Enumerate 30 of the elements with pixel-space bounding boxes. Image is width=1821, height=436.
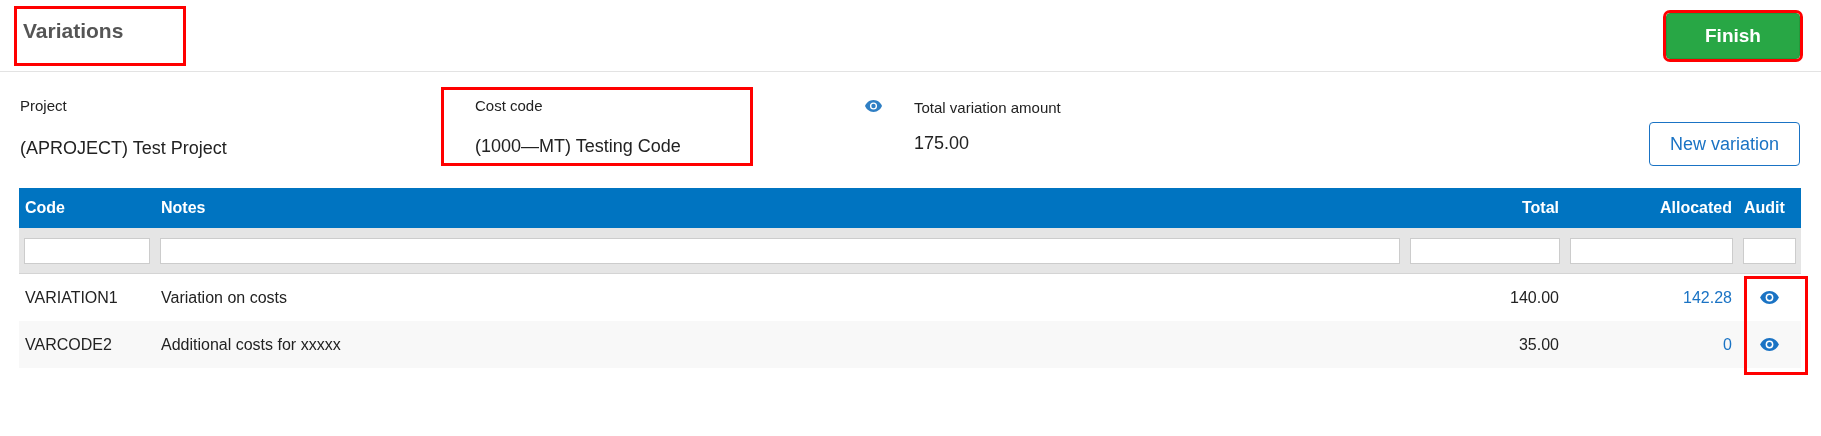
eye-icon[interactable] <box>1760 338 1779 351</box>
field-value: 175.00 <box>914 133 971 154</box>
table-cell-text: 35.00 <box>1517 335 1560 354</box>
field-label: Total variation amount <box>914 99 1061 116</box>
table-cell-text: VARIATION1 <box>24 288 119 307</box>
filter-field[interactable] <box>1743 237 1796 264</box>
table-cell-text: Variation on costs <box>160 288 288 307</box>
filter-field[interactable] <box>24 237 150 264</box>
table-cell-text: VARCODE2 <box>24 335 113 354</box>
column-header[interactable]: Allocated <box>1565 199 1738 217</box>
table-cell-text: Additional costs for xxxxx <box>160 335 342 354</box>
column-header[interactable]: Code <box>19 199 155 217</box>
field-value: (1000—MT) Testing Code <box>475 136 682 157</box>
filter-field[interactable] <box>1570 237 1733 264</box>
page-title: Variations <box>14 5 187 66</box>
allocated-link[interactable]: 0 <box>1723 335 1732 353</box>
allocated-link[interactable]: 142.28 <box>1683 288 1732 306</box>
eye-icon[interactable] <box>865 100 882 112</box>
table-cell-text: 140.00 <box>1509 288 1560 307</box>
column-header[interactable]: Total <box>1405 199 1565 217</box>
field-value: (APROJECT) Test Project <box>20 138 228 159</box>
field-label: Cost code <box>475 97 544 114</box>
filter-field[interactable] <box>160 237 1400 264</box>
column-header[interactable]: Notes <box>155 199 1405 217</box>
column-header[interactable]: Audit <box>1738 199 1801 217</box>
new-variation-button[interactable]: New variation <box>1649 122 1800 166</box>
filter-field[interactable] <box>1410 237 1560 264</box>
eye-icon[interactable] <box>1760 291 1779 304</box>
finish-button[interactable]: Finish <box>1666 12 1800 59</box>
field-label: Project <box>20 97 68 114</box>
